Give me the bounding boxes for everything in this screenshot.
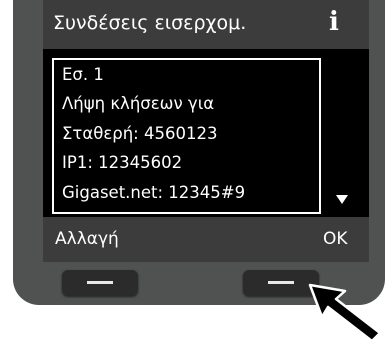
screen-title: Συνδέσεις εισερχομ. [53, 12, 247, 34]
list-item: Gigaset.net: 12345#9 [62, 183, 246, 202]
list-item: Λήψη κλήσεων για [62, 94, 215, 113]
handset-body: Συνδέσεις εισερχομ. i Εσ. 1 Λήψη κλήσεων… [13, 0, 385, 305]
info-icon[interactable]: i [329, 7, 339, 37]
display: Συνδέσεις εισερχομ. i Εσ. 1 Λήψη κλήσεων… [43, 0, 369, 262]
title-bar: Συνδέσεις εισερχομ. i [43, 0, 369, 49]
minus-icon [268, 281, 294, 284]
left-softkey-button[interactable] [62, 270, 138, 296]
list-item: Σταθερή: 4560123 [62, 124, 218, 143]
list-item: Εσ. 1 [62, 65, 104, 84]
softkey-right-label[interactable]: OK [323, 229, 348, 249]
list-item: IP1: 12345602 [62, 153, 183, 172]
pointer-arrow-icon [308, 283, 382, 342]
minus-icon [87, 281, 113, 284]
softkey-bar: Αλλαγή OK [43, 217, 369, 262]
connections-list[interactable]: Εσ. 1 Λήψη κλήσεων για Σταθερή: 4560123 … [52, 58, 321, 214]
softkey-left-label[interactable]: Αλλαγή [55, 229, 119, 249]
scroll-down-arrow-icon[interactable] [336, 195, 348, 204]
